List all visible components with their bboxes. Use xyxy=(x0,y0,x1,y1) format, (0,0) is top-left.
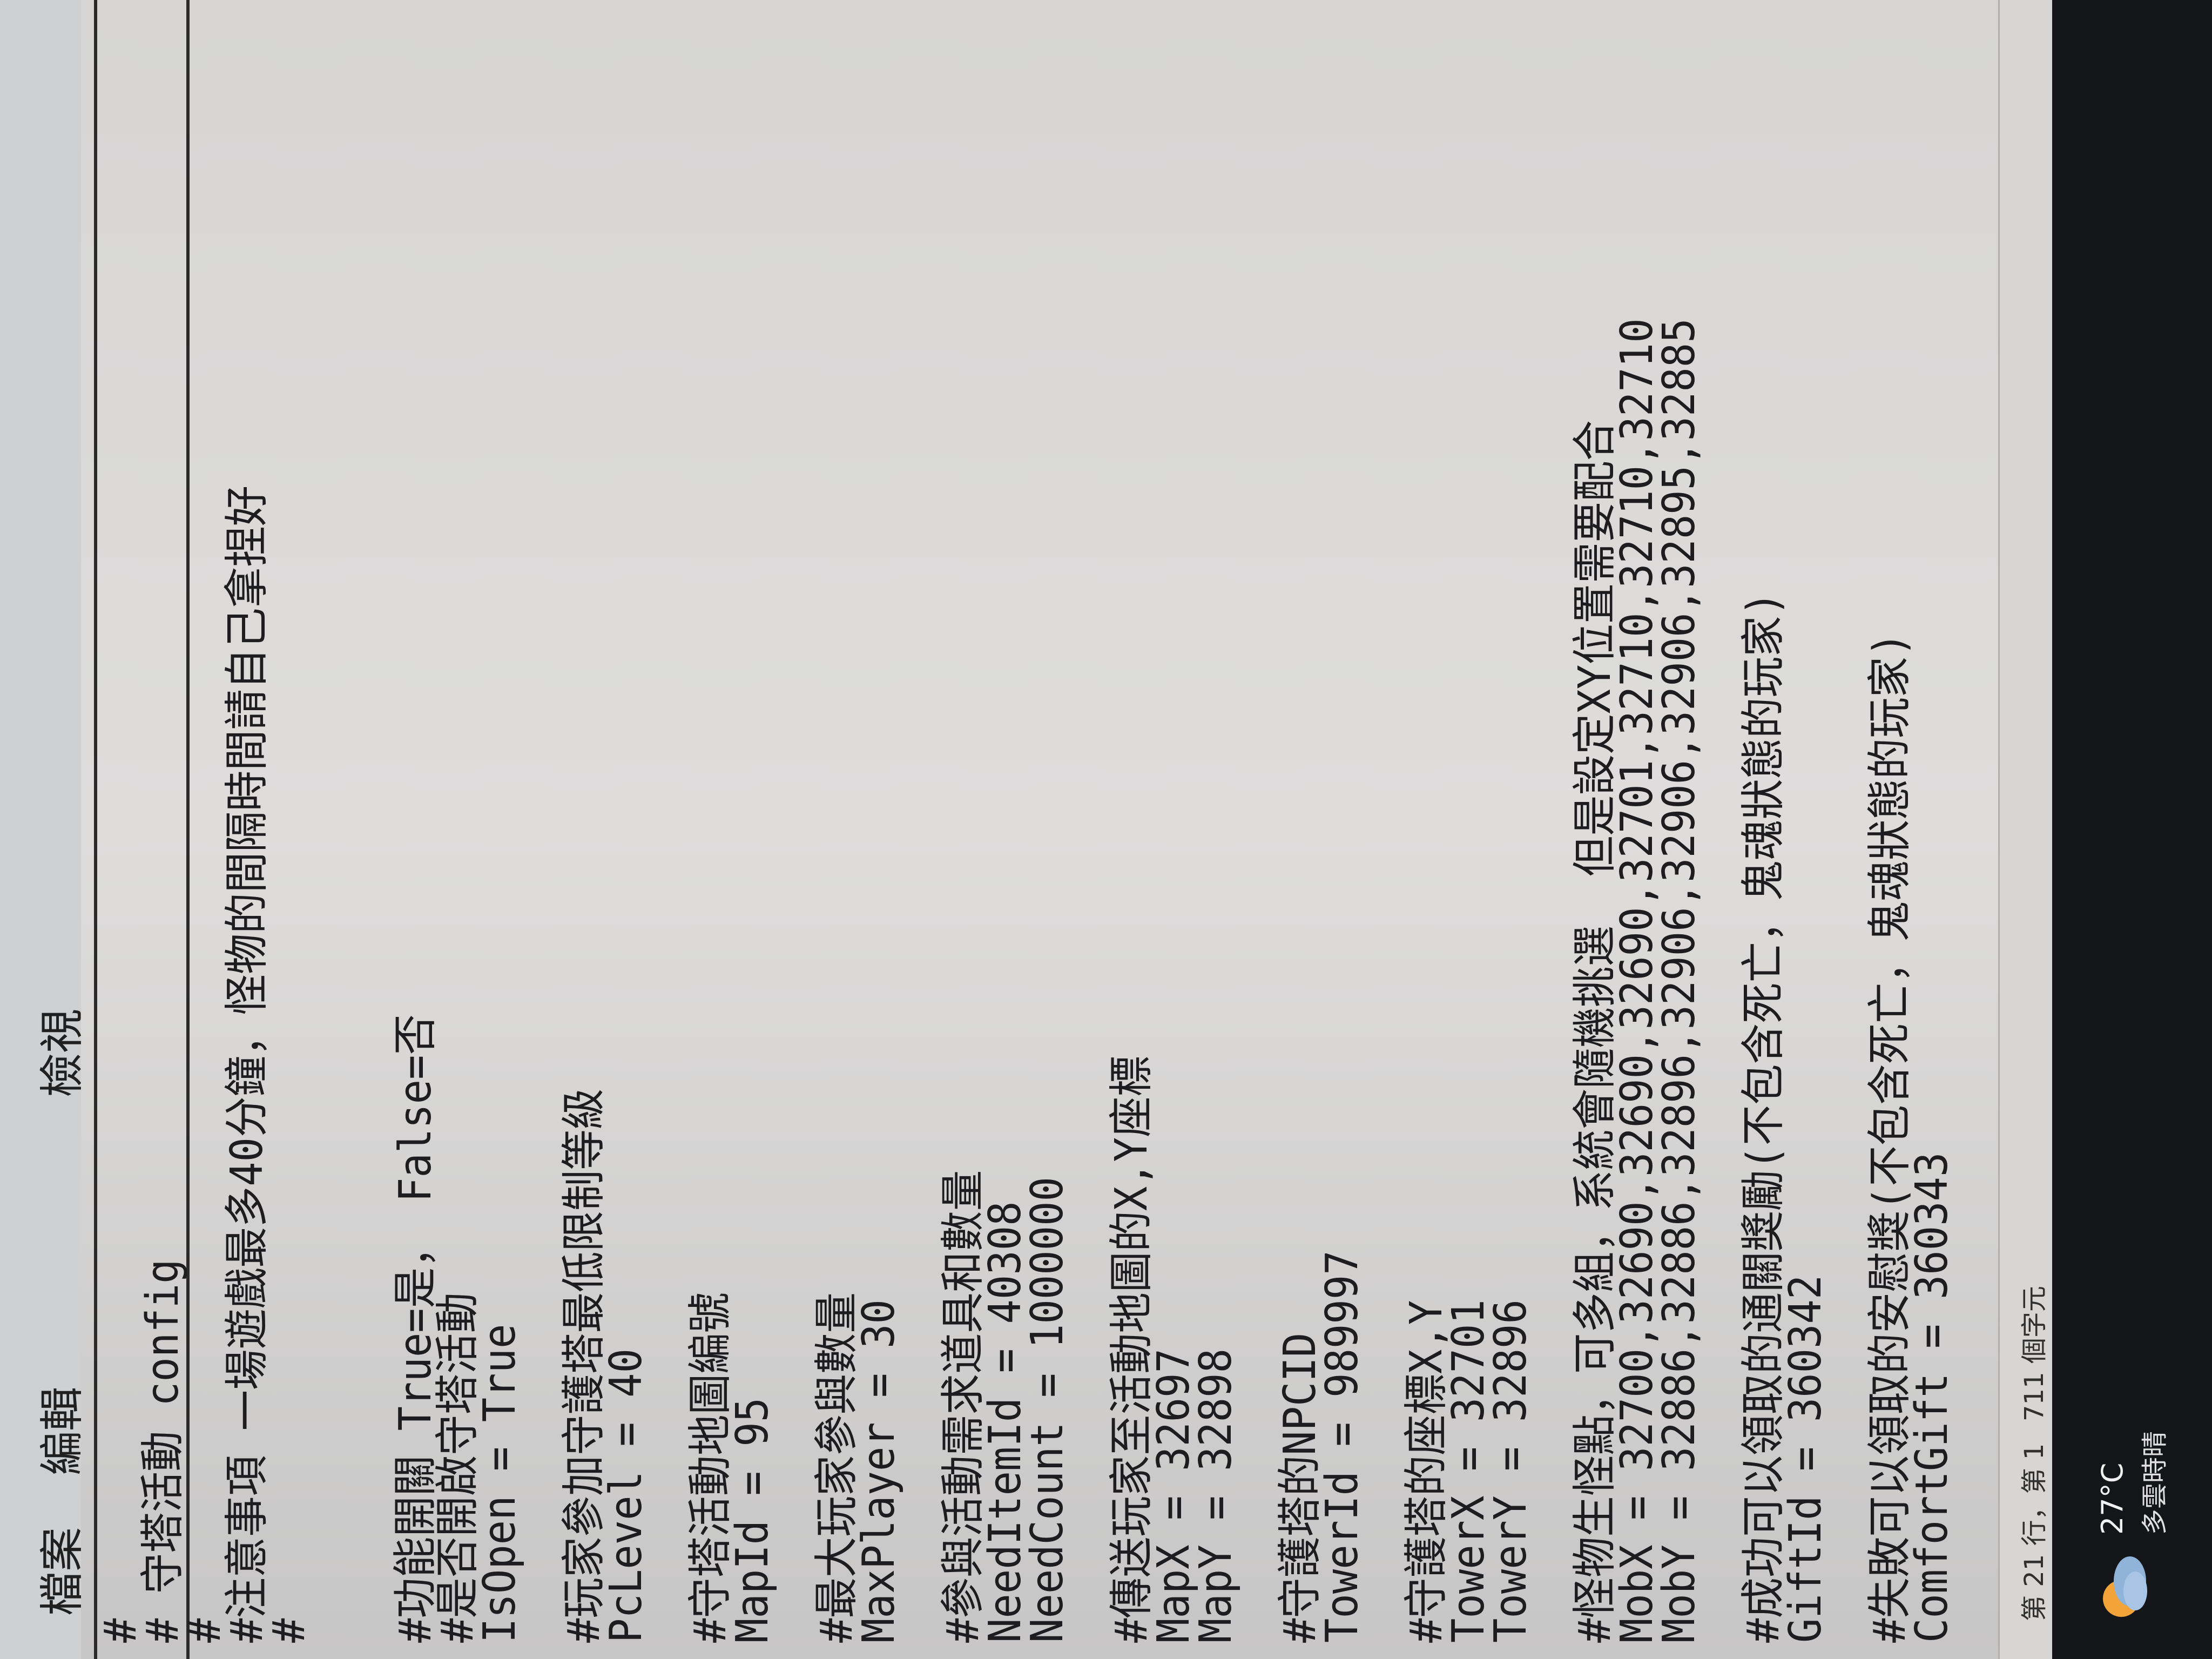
editor-line: TowerY = 32896 xyxy=(1485,1299,1536,1643)
editor-line: #守護塔的NPCID xyxy=(1274,1332,1326,1643)
editor-line: #失敗可以領取的安慰獎(不包含死亡，鬼魂狀態的玩家) xyxy=(1864,632,1916,1643)
editor-line xyxy=(774,318,816,1643)
partly-sunny-icon[interactable] xyxy=(2090,1551,2155,1627)
taskbar: 27°C 多雲時晴 xyxy=(2052,0,2212,1659)
editor-line: MapY = 32898 xyxy=(1190,1348,1242,1643)
editor-line: #參與活動需求道具和數量 xyxy=(938,1170,989,1643)
editor-line: NeedCount = 1000000 xyxy=(1022,1177,1073,1643)
editor-line: MobX = 32700,32690,32690,32690,32701,327… xyxy=(1611,318,1663,1643)
editor-line xyxy=(1532,318,1574,1643)
editor-line: #守塔活動地圖編號 xyxy=(685,1292,736,1643)
editor-line: # xyxy=(179,1618,231,1643)
editor-line xyxy=(1364,318,1406,1643)
editor-line: MobY = 32886,32886,32896,32906,32906,329… xyxy=(1654,318,1705,1643)
editor-line xyxy=(311,318,353,1643)
editor-line: #注意事項 一場遊戲最多40分鐘，怪物的間隔時間請自己拿捏好 xyxy=(221,485,273,1643)
editor-line: NeedItemId = 40308 xyxy=(980,1201,1031,1643)
editor-line: # xyxy=(264,1618,315,1643)
editor-line: TowerX = 32701 xyxy=(1443,1299,1494,1643)
editor-line xyxy=(1827,318,1869,1643)
photo-stage: 檔案 編輯 檢視 # # 守塔活動 config # #注意事項 一場遊戲最多40分鐘… xyxy=(0,0,2212,1659)
editor-line: MaxPlayer = 30 xyxy=(853,1299,905,1643)
separator-rule-top xyxy=(94,0,97,1659)
editor-line: # 守塔活動 config xyxy=(137,1259,188,1643)
editor-line: GiftId = 360342 xyxy=(1780,1274,1831,1643)
editor-lines: # # 守塔活動 config # #注意事項 一場遊戲最多40分鐘，怪物的間隔時間請… xyxy=(95,203,1958,1643)
editor-line xyxy=(1069,318,1111,1643)
editor-line: #是否開啟守塔活動 xyxy=(432,1292,483,1643)
editor-line: MapX = 32697 xyxy=(1148,1348,1199,1643)
editor-line: # xyxy=(95,1618,146,1643)
editor-line: #怪物生怪點，可多組，系統會隨機挑選 但是設定XY位置需要配合 xyxy=(1569,420,1621,1643)
editor-line: ComfortGift = 360343 xyxy=(1906,1152,1958,1643)
editor-line: TowerId = 989997 xyxy=(1317,1250,1368,1643)
editor-line: #功能開關 True=是， False=否 xyxy=(390,1014,441,1643)
editor-line xyxy=(648,318,690,1643)
editor-line xyxy=(353,318,395,1643)
text-editor-area[interactable]: # # 守塔活動 config # #注意事項 一場遊戲最多40分鐘，怪物的間隔時間請… xyxy=(81,0,2004,1659)
status-bar: 第 21 行，第 1 711 個字元 xyxy=(1998,0,2054,1659)
weather-temperature[interactable]: 27°C xyxy=(2095,1463,2129,1535)
editor-line: #最大玩家參與數量 xyxy=(811,1292,862,1643)
cursor-position: 第 21 行，第 1 xyxy=(2019,1443,2049,1621)
editor-line: #玩家參加守護塔最低限制等級 xyxy=(558,1088,610,1643)
editor-line: MapId = 95 xyxy=(727,1397,778,1643)
editor-line: PcLevel = 40 xyxy=(601,1348,652,1643)
editor-line: #傳送玩家至活動地圖的X,Y座標 xyxy=(1106,1056,1157,1643)
editor-line xyxy=(1237,318,1279,1643)
editor-line xyxy=(900,318,942,1643)
notepad-window: 檔案 編輯 檢視 # # 守塔活動 config # #注意事項 一場遊戲最多40分鐘… xyxy=(0,0,2212,1659)
editor-line xyxy=(1701,318,1743,1643)
character-count: 711 個字元 xyxy=(2019,1286,2049,1421)
editor-line: #守護塔的座標X,Y xyxy=(1401,1300,1452,1643)
editor-line xyxy=(521,318,563,1643)
weather-description[interactable]: 多雲時晴 xyxy=(2133,1431,2171,1535)
menu-bar: 檔案 編輯 檢視 xyxy=(0,0,88,1659)
editor-line: #成功可以領取的通關獎勵(不包含死亡，鬼魂狀態的玩家) xyxy=(1738,591,1789,1643)
editor-line: IsOpen = True xyxy=(474,1324,525,1643)
